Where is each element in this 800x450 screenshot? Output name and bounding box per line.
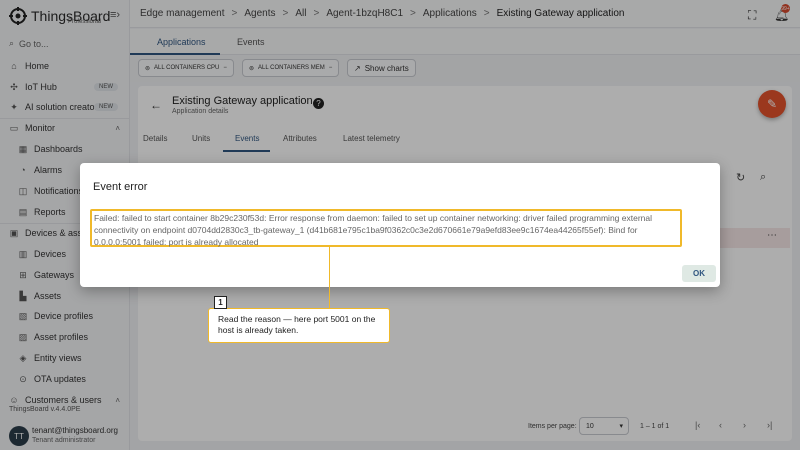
callout-number: 1 [214, 296, 227, 309]
callout-connector [329, 247, 330, 312]
dialog-title: Event error [93, 181, 148, 193]
callout-box: Read the reason — here port 5001 on the … [208, 308, 390, 343]
error-message: Failed: failed to start container 8b29c2… [90, 209, 682, 247]
ok-button[interactable]: OK [682, 265, 716, 282]
